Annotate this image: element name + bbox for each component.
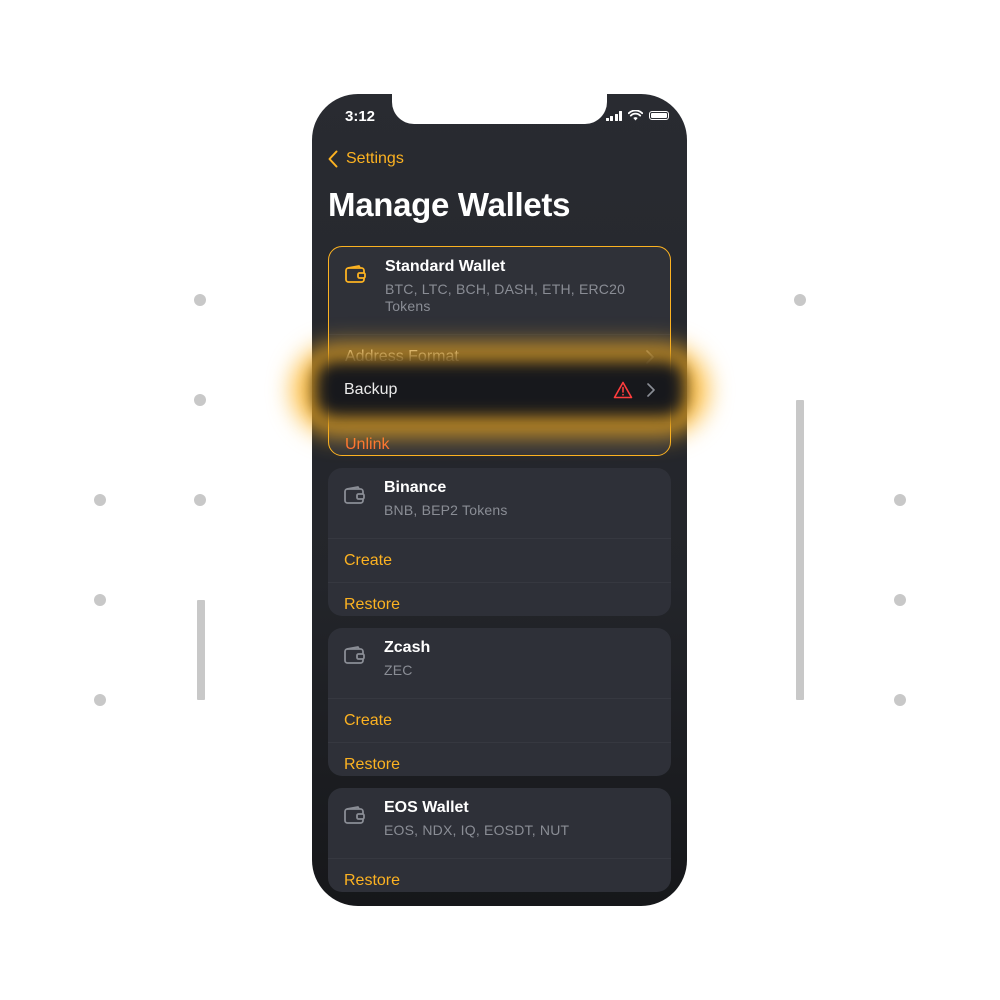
chevron-left-icon [328, 150, 338, 168]
decor-bar [796, 400, 804, 700]
backup-row[interactable]: Backup [328, 368, 671, 412]
back-button[interactable]: Settings [328, 150, 404, 168]
create-label: Create [344, 711, 393, 729]
restore-label: Restore [344, 595, 401, 613]
restore-wallet-button[interactable]: Restore [328, 742, 671, 776]
backup-label: Backup [344, 381, 398, 398]
restore-label: Restore [344, 755, 401, 773]
decor-bar [197, 600, 205, 700]
wallet-coins: ZEC [384, 662, 413, 678]
unlink-row[interactable]: Unlink [329, 422, 670, 455]
wallet-name: Zcash [384, 639, 431, 656]
decor-dot [94, 494, 106, 506]
status-icons [605, 110, 669, 121]
decor-dot [794, 294, 806, 306]
wallet-card-eos: EOS Wallet EOS, NDX, IQ, EOSDT, NUT Rest… [328, 788, 671, 892]
wallet-coins: EOS, NDX, IQ, EOSDT, NUT [384, 822, 570, 838]
warning-icon [613, 381, 633, 399]
wallet-icon [345, 265, 366, 283]
back-label: Settings [346, 150, 404, 167]
address-format-label: Address Format [345, 347, 459, 365]
decor-dot [194, 394, 206, 406]
wallet-icon [344, 486, 365, 504]
wallet-icon [344, 806, 365, 824]
wallet-card-standard: Standard Wallet BTC, LTC, BCH, DASH, ETH… [328, 246, 671, 456]
status-time: 3:12 [345, 108, 376, 125]
create-wallet-button[interactable]: Create [328, 538, 671, 582]
create-label: Create [344, 551, 393, 569]
decor-dot [894, 694, 906, 706]
wifi-icon [628, 110, 643, 121]
wallet-card-zcash: Zcash ZEC Create Restore [328, 628, 671, 776]
wallet-card-binance: Binance BNB, BEP2 Tokens Create Restore [328, 468, 671, 616]
decor-dot [94, 594, 106, 606]
unlink-label: Unlink [345, 435, 390, 453]
restore-wallet-button[interactable]: Restore [328, 582, 671, 616]
decor-dot [194, 494, 206, 506]
restore-label: Restore [344, 871, 401, 889]
backup-row-right [613, 381, 655, 399]
wallet-coins: BNB, BEP2 Tokens [384, 502, 508, 518]
restore-wallet-button[interactable]: Restore [328, 858, 671, 892]
decor-dot [94, 694, 106, 706]
page-title: Manage Wallets [328, 186, 571, 223]
battery-icon [649, 111, 669, 120]
phone-screen: 3:12 Settings Manage Wallets Standard Wa… [312, 94, 687, 906]
chevron-right-icon [646, 349, 654, 364]
wallet-name: Binance [384, 479, 447, 496]
wallet-icon [344, 646, 365, 664]
wallet-name: Standard Wallet [385, 258, 506, 275]
decor-dot [894, 494, 906, 506]
wallet-name: EOS Wallet [384, 799, 469, 816]
create-wallet-button[interactable]: Create [328, 698, 671, 742]
decor-dot [194, 294, 206, 306]
phone-notch [392, 94, 607, 124]
signal-icon [605, 110, 622, 121]
chevron-right-icon [647, 383, 655, 397]
decor-dot [894, 594, 906, 606]
wallet-coins: BTC, LTC, BCH, DASH, ETH, ERC20 Tokens [385, 281, 626, 314]
